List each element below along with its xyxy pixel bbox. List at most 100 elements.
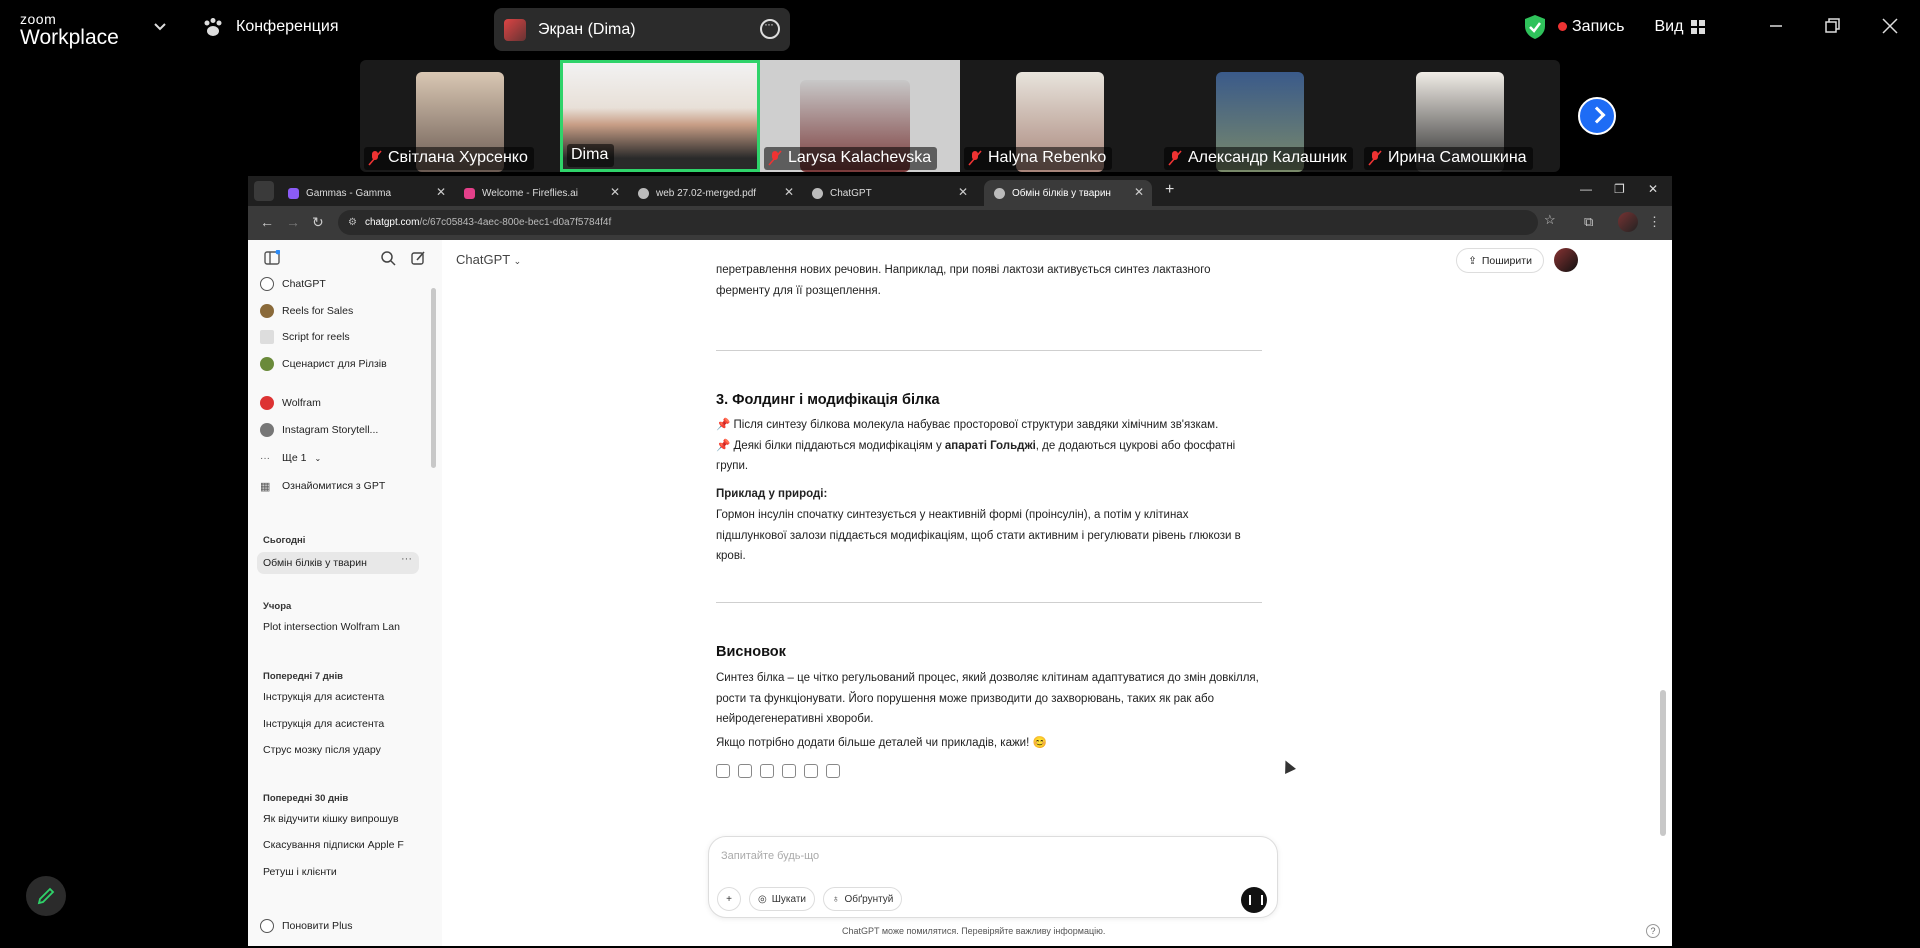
address-bar[interactable]: ⚙ chatgpt.com/c/67c05843-4aec-800e-bec1-…	[338, 210, 1538, 235]
bookmark-star-icon[interactable]: ☆	[1544, 212, 1556, 228]
zoom-top-bar: zoom Workplace Конференция Экран (Dima) …	[0, 0, 1920, 58]
browser-restore-icon[interactable]: ❐	[1614, 182, 1625, 196]
upgrade-plus-button[interactable]: Поновити Plus	[260, 916, 353, 936]
sidebar-item-chatgpt[interactable]: ChatGPT	[260, 274, 326, 294]
new-tab-icon[interactable]: +	[1165, 181, 1174, 199]
browser-tab[interactable]: web 27.02-merged.pdf ✕	[628, 180, 802, 206]
chat-item[interactable]: Як відучити кішку випрошув	[263, 813, 408, 825]
thumbs-down-icon[interactable]	[760, 764, 774, 778]
participant-tile[interactable]: Ирина Самошкина	[1360, 60, 1560, 172]
chevron-down-icon[interactable]	[152, 18, 168, 34]
sidebar-item-gpt[interactable]: Instagram Storytell...	[260, 420, 378, 440]
tab-close-icon[interactable]: ✕	[958, 185, 968, 199]
participant-name: Світлана Хурсенко	[388, 149, 528, 166]
sidebar-item-gpt[interactable]: Script for reels	[260, 327, 350, 347]
tab-close-icon[interactable]: ✕	[1134, 185, 1144, 199]
sidebar-item-gpt[interactable]: Reels for Sales	[260, 301, 353, 321]
section-header: Сьогодні	[263, 535, 306, 546]
chat-options-icon[interactable]: ···	[401, 553, 412, 565]
screen-share-indicator[interactable]: Экран (Dima)	[494, 8, 790, 51]
read-aloud-icon[interactable]	[782, 764, 796, 778]
browser-close-icon[interactable]: ✕	[1648, 182, 1658, 196]
message-composer[interactable]: Запитайте будь-що + ◎ Шукати ♁ Обґрунтуй	[708, 836, 1278, 918]
chat-item[interactable]: Струс мозку після удару	[263, 744, 408, 756]
zoom-logo-top: zoom	[20, 11, 57, 27]
browser-tab-active[interactable]: Обмін білків у тварин ✕	[984, 180, 1152, 206]
minimize-icon[interactable]	[1764, 14, 1788, 38]
tab-close-icon[interactable]: ✕	[784, 185, 794, 199]
chat-item[interactable]: Ретуш і клієнти	[263, 866, 408, 878]
share-label: Экран (Dima)	[538, 20, 636, 38]
close-icon[interactable]	[1878, 14, 1902, 38]
participant-name-tag: Александр Калашник	[1164, 147, 1353, 170]
tab-close-icon[interactable]: ✕	[436, 185, 446, 199]
chat-item[interactable]: Скасування підписки Apple F	[263, 839, 408, 851]
chat-item[interactable]: Plot intersection Wolfram Lan	[263, 621, 408, 633]
search-button[interactable]: ◎ Шукати	[749, 887, 816, 911]
participant-tile[interactable]: Halyna Rebenko	[960, 60, 1160, 172]
edit-canvas-icon[interactable]	[804, 764, 818, 778]
help-icon[interactable]: ?	[1646, 924, 1660, 938]
sidebar-explore-gpts[interactable]: ▦ Ознайомитися з GPT	[260, 476, 385, 496]
participant-tile-active[interactable]: Dima	[560, 60, 760, 172]
participant-name-tag: Ирина Самошкина	[1364, 147, 1533, 170]
more-options-icon[interactable]	[760, 17, 780, 39]
browser-tab[interactable]: ChatGPT ✕	[802, 180, 976, 206]
paw-icon	[204, 18, 222, 36]
participant-name: Dima	[571, 146, 609, 163]
share-button[interactable]: ⇪ Поширити	[1456, 248, 1544, 273]
user-avatar[interactable]	[1554, 248, 1578, 272]
extensions-icon[interactable]: ⧉	[1584, 214, 1593, 230]
sidebar-toggle-icon[interactable]	[264, 250, 280, 266]
view-button[interactable]: Вид	[1655, 18, 1706, 36]
sidebar-more-button[interactable]: ··· Ще 1 ⌄	[260, 448, 321, 468]
browser-tab[interactable]: Gammas - Gamma ✕	[278, 180, 454, 206]
sidebar-item-gpt[interactable]: Wolfram	[260, 393, 321, 413]
attach-button[interactable]: +	[717, 887, 741, 911]
chat-scrollbar[interactable]	[1660, 690, 1666, 836]
participant-tile[interactable]: Александр Калашник	[1160, 60, 1360, 172]
forward-icon[interactable]: →	[286, 214, 300, 230]
back-icon[interactable]: ←	[260, 214, 274, 230]
browser-menu-icon[interactable]: ⋮	[1648, 214, 1661, 230]
section-header: Попередні 30 днів	[263, 793, 349, 804]
reload-icon[interactable]: ↻	[312, 214, 324, 231]
meeting-info-button[interactable]: Конференция	[202, 17, 339, 37]
disclaimer-text: ChatGPT може помилятися. Перевіряйте важ…	[842, 926, 1106, 936]
reason-button[interactable]: ♁ Обґрунтуй	[823, 887, 903, 911]
participant-tile[interactable]: Світлана Хурсенко	[360, 60, 560, 172]
chat-item-active[interactable]: Обмін білків у тварин	[263, 557, 408, 569]
gamma-favicon-icon	[288, 187, 299, 199]
sidebar-scrollbar[interactable]	[431, 288, 436, 468]
tab-close-icon[interactable]: ✕	[610, 185, 620, 199]
shield-icon[interactable]	[1524, 14, 1546, 40]
chatgpt-favicon-icon	[994, 187, 1005, 199]
chat-item[interactable]: Інструкція для асистента	[263, 718, 408, 730]
sidebar-item-gpt[interactable]: Сценарист для Рілзів	[260, 354, 387, 374]
voice-mode-button[interactable]	[1241, 887, 1267, 913]
divider	[716, 350, 1262, 351]
participant-tile[interactable]: Larysa Kalachevska	[760, 60, 960, 172]
thumbs-up-icon[interactable]	[738, 764, 752, 778]
new-chat-icon[interactable]	[410, 250, 426, 266]
next-page-button[interactable]	[1578, 97, 1616, 135]
chatgpt-favicon-icon	[812, 187, 823, 199]
browser-minimize-icon[interactable]: —	[1580, 182, 1592, 196]
site-info-icon[interactable]: ⚙	[348, 217, 357, 228]
copy-icon[interactable]	[716, 764, 730, 778]
profile-avatar[interactable]	[1618, 212, 1638, 232]
prompt-input[interactable]: Запитайте будь-що	[721, 850, 819, 862]
section-heading: 3. Фолдинг і модифікація білка	[716, 392, 940, 408]
participant-name-tag: Dima	[567, 144, 615, 167]
grid-icon: ▦	[260, 480, 271, 493]
chat-item[interactable]: Інструкція для асистента	[263, 691, 408, 703]
restore-icon[interactable]	[1820, 14, 1844, 38]
model-selector[interactable]: ChatGPT ⌄	[456, 252, 521, 267]
tab-search-button[interactable]	[254, 181, 274, 201]
record-button[interactable]: Запись	[1558, 18, 1625, 36]
chatgpt-logo-icon	[260, 277, 274, 291]
annotate-button[interactable]	[26, 876, 66, 916]
regenerate-icon[interactable]	[826, 764, 840, 778]
browser-tab[interactable]: Welcome - Fireflies.ai ✕	[454, 180, 628, 206]
search-icon[interactable]	[380, 250, 396, 266]
